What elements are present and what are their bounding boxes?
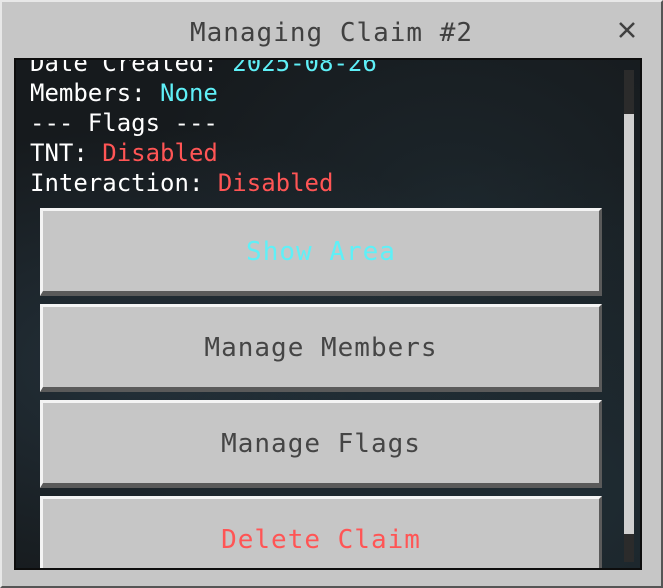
window-title: Managing Claim #2 xyxy=(189,18,474,48)
show-area-button[interactable]: Show Area xyxy=(40,208,602,296)
scrollbar[interactable] xyxy=(624,70,634,562)
interaction-label: Interaction: xyxy=(30,169,218,197)
interaction-line: Interaction: Disabled xyxy=(30,168,610,198)
claim-form-window: Managing Claim #2 Date Created: 2025-08-… xyxy=(0,0,663,588)
interaction-value: Disabled xyxy=(217,169,334,197)
members-label: Members: xyxy=(30,79,161,107)
close-icon xyxy=(613,16,641,44)
title-bar: Managing Claim #2 xyxy=(2,2,661,58)
flags-header: --- Flags --- xyxy=(30,109,218,137)
tnt-line: TNT: Disabled xyxy=(30,138,610,168)
tnt-value: Disabled xyxy=(102,139,218,167)
close-button[interactable] xyxy=(613,16,641,44)
date-created-value: 2025-08-26 xyxy=(232,58,377,77)
date-created-label: Date Created: xyxy=(30,58,233,77)
date-created-line: Date Created: 2025-08-26 xyxy=(30,58,610,78)
delete-claim-button[interactable]: Delete Claim xyxy=(40,496,602,568)
tnt-label: TNT: xyxy=(30,139,103,167)
manage-flags-button[interactable]: Manage Flags xyxy=(40,400,602,488)
members-value: None xyxy=(160,79,218,107)
manage-members-button[interactable]: Manage Members xyxy=(40,304,602,392)
content-panel[interactable]: Date Created: 2025-08-26 Members: None -… xyxy=(14,58,642,570)
scrollbar-thumb[interactable] xyxy=(624,114,634,534)
claim-info: Date Created: 2025-08-26 Members: None -… xyxy=(30,58,610,198)
members-line: Members: None xyxy=(30,78,610,108)
